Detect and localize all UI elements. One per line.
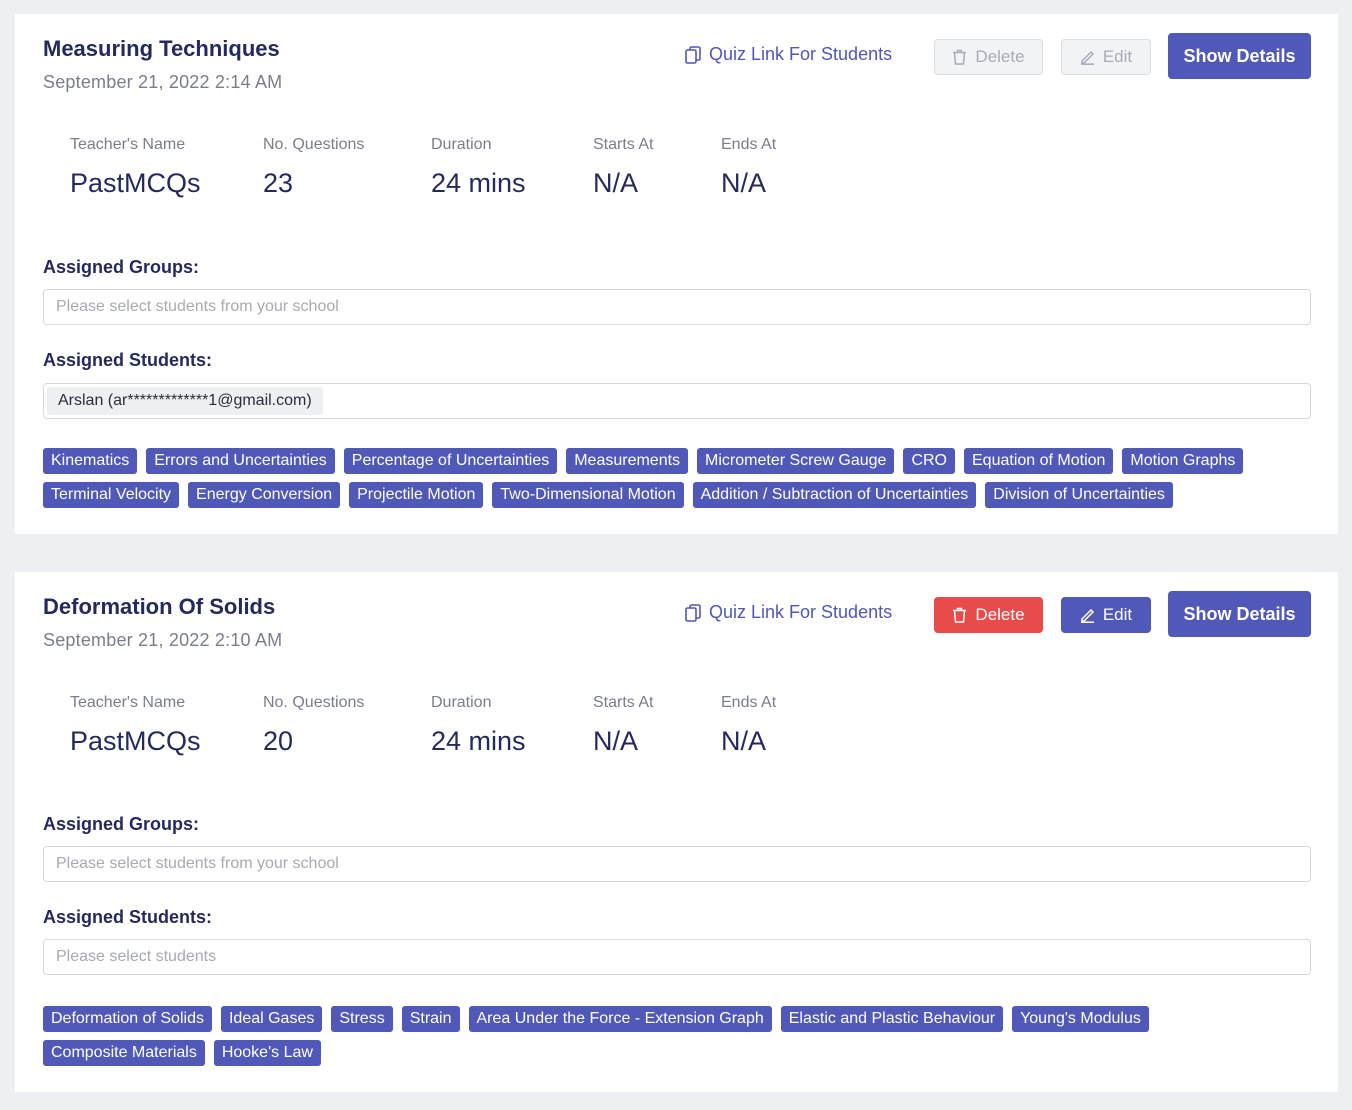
assigned-groups-select[interactable]: Please select students from your school (43, 846, 1311, 882)
edit-label: Edit (1102, 47, 1133, 66)
quiz-title: Measuring Techniques (43, 36, 280, 61)
edit-button[interactable]: Edit (1061, 39, 1151, 75)
trash-icon (953, 49, 967, 65)
assigned-students-select[interactable]: Please select students (43, 939, 1311, 975)
copy-icon (685, 603, 701, 622)
quiz-date: September 21, 2022 2:10 AM (43, 630, 283, 650)
quiz-link-label: Quiz Link For Students (709, 602, 893, 622)
topic-tags: Deformation of Solids Ideal Gases Stress… (43, 1006, 1311, 1066)
topic-tag: Errors and Uncertainties (146, 448, 335, 474)
topic-tag: CRO (903, 448, 955, 474)
topic-tag: Stress (331, 1006, 393, 1032)
student-chip[interactable]: Arslan (ar*************1@gmail.com) (47, 387, 323, 415)
assigned-students-label: Assigned Students: (43, 907, 213, 927)
starts-value: N/A (593, 726, 639, 756)
teacher-value: PastMCQs (70, 726, 201, 756)
questions-stat: No. Questions 23 (263, 136, 364, 199)
trash-icon (953, 607, 967, 623)
topic-tag: Ideal Gases (220, 1006, 323, 1032)
quiz-link-button[interactable]: Quiz Link For Students (685, 602, 892, 623)
topic-tag: Strain (401, 1006, 460, 1032)
show-details-button[interactable]: Show Details (1168, 591, 1311, 637)
topic-tag: Kinematics (43, 448, 138, 474)
duration-value: 24 mins (431, 726, 526, 756)
groups-placeholder: Please select students from your school (56, 298, 339, 315)
copy-icon (685, 45, 701, 64)
pencil-icon (1080, 50, 1094, 65)
quiz-link-label: Quiz Link For Students (709, 44, 893, 64)
teacher-label: Teacher's Name (70, 694, 186, 711)
quiz-date: September 21, 2022 2:14 AM (43, 72, 283, 92)
edit-button[interactable]: Edit (1061, 597, 1151, 633)
topic-tag: Projectile Motion (349, 482, 484, 508)
delete-button[interactable]: Delete (934, 39, 1043, 75)
topic-tag: Measurements (566, 448, 689, 474)
pencil-icon (1080, 608, 1094, 623)
assigned-students-label: Assigned Students: (43, 350, 213, 370)
topic-tag: Young's Modulus (1012, 1006, 1149, 1032)
delete-label: Delete (975, 47, 1025, 66)
starts-stat: Starts At N/A (593, 136, 653, 199)
teacher-label: Teacher's Name (70, 136, 186, 153)
topic-tag: Energy Conversion (188, 482, 341, 508)
duration-stat: Duration 24 mins (431, 136, 526, 199)
students-placeholder: Please select students (56, 948, 217, 965)
assigned-groups-label: Assigned Groups: (43, 814, 200, 834)
duration-value: 24 mins (431, 168, 526, 198)
assigned-groups-select[interactable]: Please select students from your school (43, 289, 1311, 325)
delete-label: Delete (975, 605, 1025, 624)
topic-tag: Deformation of Solids (43, 1006, 212, 1032)
topic-tag: Percentage of Uncertainties (343, 448, 558, 474)
delete-button[interactable]: Delete (934, 597, 1043, 633)
teacher-value: PastMCQs (70, 168, 201, 198)
questions-label: No. Questions (263, 694, 365, 711)
topic-tag: Motion Graphs (1122, 448, 1244, 474)
topic-tag: Composite Materials (43, 1040, 205, 1066)
edit-label: Edit (1102, 605, 1133, 624)
topic-tag: Equation of Motion (964, 448, 1114, 474)
starts-label: Starts At (593, 136, 654, 153)
ends-value: N/A (721, 168, 767, 198)
questions-value: 23 (263, 168, 294, 198)
assigned-students-select[interactable]: Arslan (ar*************1@gmail.com) (43, 383, 1311, 419)
show-details-button[interactable]: Show Details (1168, 33, 1311, 79)
teacher-stat: Teacher's Name PastMCQs (70, 694, 201, 757)
duration-stat: Duration 24 mins (431, 694, 526, 757)
ends-stat: Ends At N/A (721, 694, 776, 757)
ends-value: N/A (721, 726, 767, 756)
starts-label: Starts At (593, 694, 654, 711)
ends-label: Ends At (721, 694, 777, 711)
topic-tag: Hooke's Law (213, 1040, 321, 1066)
topic-tag: Area Under the Force - Extension Graph (468, 1006, 772, 1032)
starts-stat: Starts At N/A (593, 694, 653, 757)
ends-label: Ends At (721, 136, 777, 153)
quiz-link-button[interactable]: Quiz Link For Students (685, 44, 892, 65)
topic-tag: Micrometer Screw Gauge (697, 448, 895, 474)
questions-label: No. Questions (263, 136, 365, 153)
topic-tag: Elastic and Plastic Behaviour (780, 1006, 1004, 1032)
duration-label: Duration (431, 136, 492, 153)
starts-value: N/A (593, 168, 639, 198)
duration-label: Duration (431, 694, 492, 711)
questions-stat: No. Questions 20 (263, 694, 364, 757)
quiz-card: Deformation Of Solids September 21, 2022… (15, 572, 1338, 1092)
topic-tag: Two-Dimensional Motion (492, 482, 684, 508)
questions-value: 20 (263, 726, 294, 756)
ends-stat: Ends At N/A (721, 136, 776, 199)
topic-tag: Terminal Velocity (43, 482, 180, 508)
topic-tag: Division of Uncertainties (985, 482, 1173, 508)
groups-placeholder: Please select students from your school (56, 855, 339, 872)
quiz-title: Deformation Of Solids (43, 594, 276, 619)
topic-tag: Addition / Subtraction of Uncertainties (692, 482, 977, 508)
quiz-card: Measuring Techniques September 21, 2022 … (15, 14, 1338, 534)
topic-tags: Kinematics Errors and Uncertainties Perc… (43, 448, 1311, 508)
teacher-stat: Teacher's Name PastMCQs (70, 136, 201, 199)
assigned-groups-label: Assigned Groups: (43, 257, 200, 277)
